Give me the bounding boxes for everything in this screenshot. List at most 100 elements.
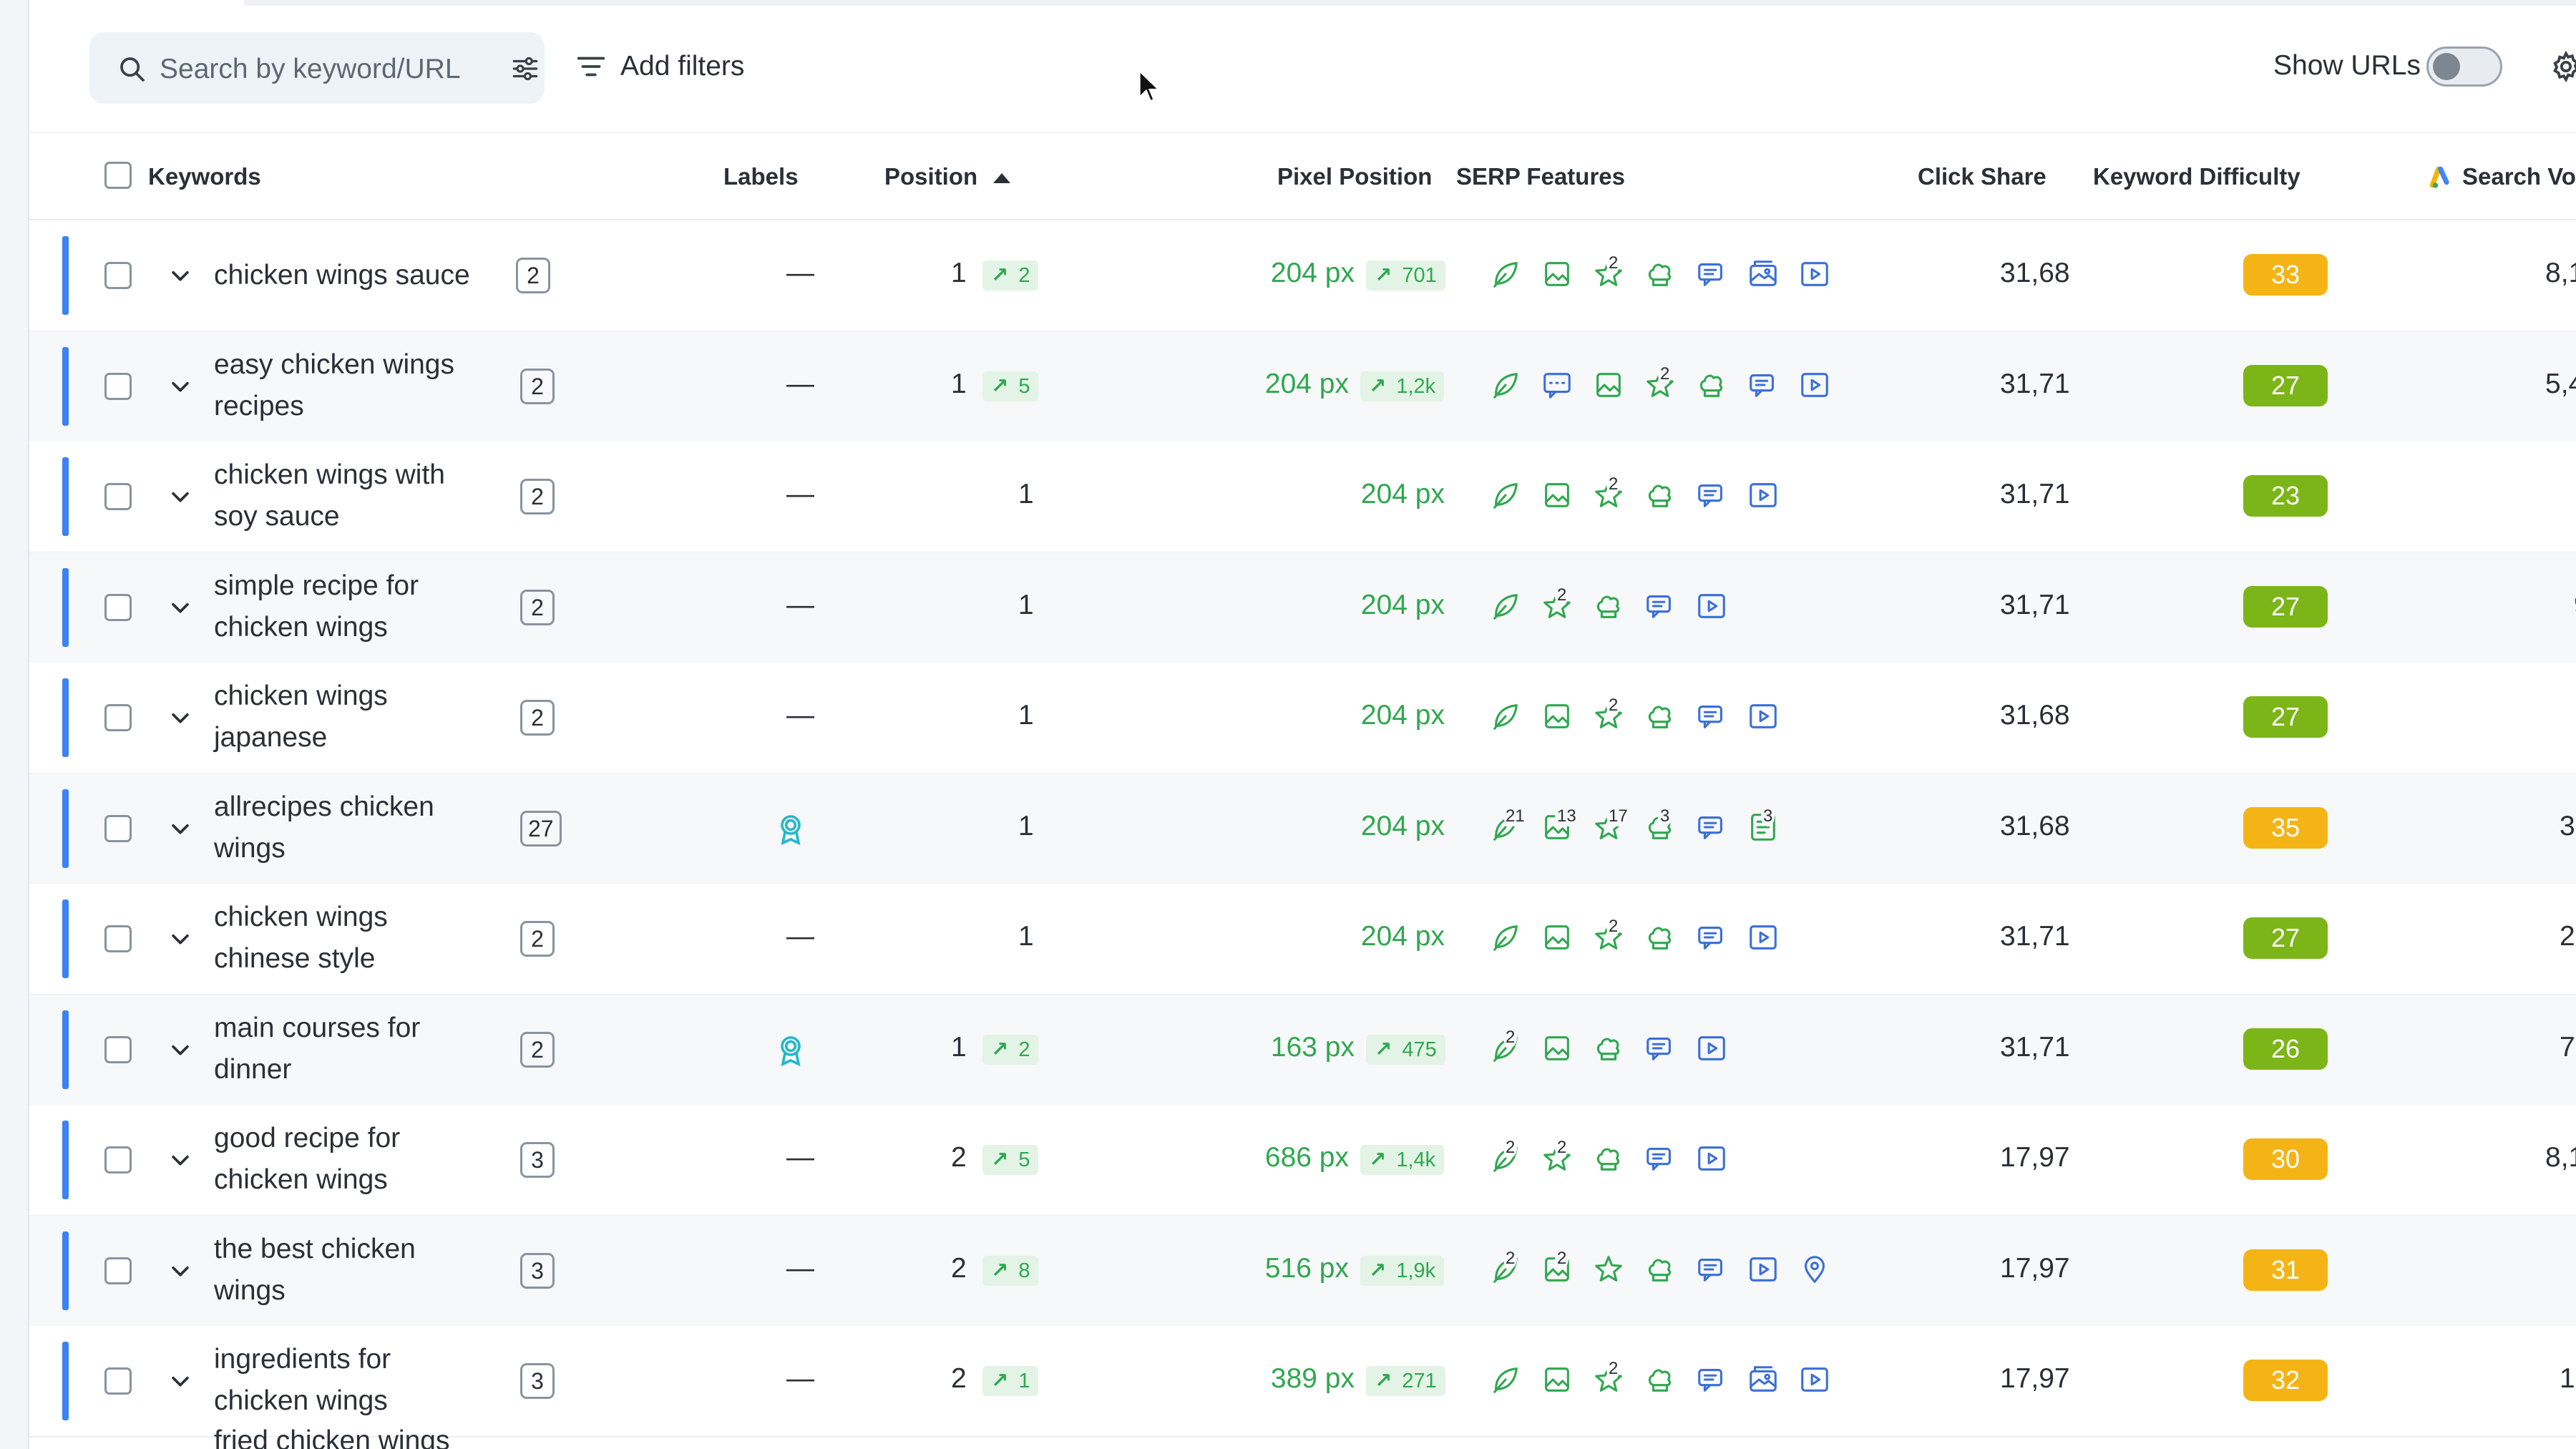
urls-count-badge[interactable]: 3 [520, 1142, 555, 1178]
table-row[interactable]: allrecipes chicken wings 27 1 204 px 21 13 17 3 3… [29, 773, 2576, 885]
recipes-icon[interactable] [1592, 1032, 1628, 1069]
urls-count-badge[interactable]: 2 [516, 258, 550, 293]
col-pixel-position[interactable]: Pixel Position [1277, 163, 1432, 190]
urls-count-badge[interactable]: 2 [520, 921, 555, 957]
row-checkbox[interactable] [104, 925, 132, 952]
row-checkbox[interactable] [104, 814, 132, 842]
featured-snippet-icon[interactable]: 2 [1489, 1138, 1525, 1179]
keyword-text[interactable]: chicken wings chinese style [214, 897, 388, 980]
chevron-down-icon[interactable] [168, 927, 192, 951]
table-row[interactable]: chicken wings japanese 2 — 1 204 px 2 31,68 27 [29, 663, 2576, 774]
image-pack-icon[interactable]: 13 [1541, 806, 1579, 848]
table-row[interactable]: main courses for dinner 2 1 ↗ 2 163 px ↗ 475 2 31,… [29, 994, 2576, 1106]
chevron-down-icon[interactable] [168, 1369, 192, 1393]
row-checkbox[interactable] [104, 593, 132, 621]
col-click-share[interactable]: Click Share [1918, 163, 2046, 190]
images-icon[interactable] [1747, 1363, 1782, 1400]
video-icon[interactable] [1798, 258, 1834, 295]
video-icon[interactable] [1695, 590, 1731, 627]
chevron-down-icon[interactable] [168, 484, 192, 509]
keyword-text[interactable]: simple recipe for chicken wings [214, 565, 419, 648]
search-input[interactable]: Search by keyword/URL [160, 54, 461, 85]
recipes-icon[interactable] [1592, 590, 1628, 627]
chevron-down-icon[interactable] [168, 374, 192, 399]
row-checkbox[interactable] [104, 1257, 132, 1284]
col-keyword-difficulty[interactable]: Keyword Difficulty [2093, 163, 2301, 190]
row-checkbox[interactable] [104, 372, 132, 400]
keyword-text[interactable]: chicken wings japanese [214, 675, 388, 758]
row-checkbox[interactable] [104, 483, 132, 510]
people-also-ask-icon[interactable] [1695, 1363, 1731, 1400]
people-also-ask-icon[interactable] [1695, 811, 1731, 848]
video-icon[interactable] [1747, 700, 1782, 737]
reviews-icon[interactable]: 2 [1592, 917, 1628, 958]
recipes-icon[interactable] [1695, 369, 1731, 406]
chevron-down-icon[interactable] [168, 706, 192, 730]
recipes-icon[interactable]: 3 [1644, 806, 1679, 848]
col-position[interactable]: Position [884, 163, 1011, 190]
recipes-icon[interactable] [1644, 1363, 1679, 1400]
image-pack-icon[interactable] [1541, 1363, 1576, 1400]
col-keywords[interactable]: Keywords [148, 163, 261, 190]
table-row[interactable]: chicken wings chinese style 2 — 1 204 px 2 31,7… [29, 884, 2576, 995]
chevron-down-icon[interactable] [168, 1038, 192, 1062]
image-pack-icon[interactable] [1592, 369, 1628, 406]
row-checkbox[interactable] [104, 1367, 132, 1395]
table-row[interactable]: good recipe for chicken wings 3—2 ↗ 5 686 px ↗… [29, 1105, 2576, 1216]
local-pack-icon[interactable] [1798, 1253, 1834, 1290]
chevron-down-icon[interactable] [168, 816, 192, 841]
recipes-icon[interactable] [1644, 1253, 1679, 1290]
keyword-text[interactable]: chicken wings sauce [214, 255, 470, 296]
people-also-ask-icon[interactable] [1747, 369, 1782, 406]
table-row[interactable]: easy chicken wings recipes 2—1 ↗ 5 204 px ↗ 1,2… [29, 331, 2576, 443]
reviews-icon[interactable]: 2 [1592, 1359, 1628, 1400]
video-icon[interactable] [1695, 1032, 1731, 1069]
featured-snippet-icon[interactable]: 2 [1489, 1027, 1525, 1069]
urls-count-badge[interactable]: 2 [520, 479, 555, 514]
featured-snippet-icon[interactable] [1489, 1363, 1525, 1400]
table-row[interactable]: chicken wings sauce 2—1 ↗ 2 204 px ↗ 701 2 31,68… [29, 220, 2576, 332]
reviews-icon[interactable]: 2 [1592, 253, 1628, 295]
people-also-ask-icon[interactable] [1644, 590, 1679, 627]
reviews-icon[interactable] [1592, 1253, 1628, 1290]
reviews-icon[interactable]: 2 [1592, 474, 1628, 516]
chevron-down-icon[interactable] [168, 263, 192, 288]
featured-snippet-icon[interactable] [1489, 700, 1525, 737]
urls-count-badge[interactable]: 2 [520, 700, 555, 736]
chevron-down-icon[interactable] [168, 1148, 192, 1172]
featured-snippet-icon[interactable] [1489, 921, 1525, 958]
keyword-text[interactable]: main courses for dinner [214, 1008, 420, 1091]
table-row[interactable]: chicken wings with soy sauce 2 — 1 204 px 2 31,… [29, 441, 2576, 553]
urls-count-badge[interactable]: 2 [520, 368, 555, 404]
people-also-ask-icon[interactable] [1695, 479, 1731, 516]
video-icon[interactable] [1798, 369, 1834, 406]
video-icon[interactable] [1747, 1253, 1782, 1290]
urls-count-badge[interactable]: 3 [520, 1363, 555, 1399]
keyword-text[interactable]: fried chicken wings [214, 1420, 449, 1449]
chevron-down-icon[interactable] [168, 1259, 192, 1283]
people-also-ask-icon[interactable] [1695, 921, 1731, 958]
video-icon[interactable] [1798, 1363, 1834, 1400]
chevron-down-icon[interactable] [168, 595, 192, 620]
recipes-icon[interactable] [1644, 700, 1679, 737]
col-search-volume[interactable]: Search Vo [2429, 163, 2576, 190]
image-pack-icon[interactable] [1541, 700, 1576, 737]
featured-snippet-icon[interactable]: 21 [1489, 806, 1527, 848]
people-also-ask-icon[interactable] [1695, 700, 1731, 737]
recipes-icon[interactable] [1644, 479, 1679, 516]
filter-settings-icon[interactable] [510, 54, 540, 84]
reviews-icon[interactable]: 2 [1541, 585, 1576, 627]
select-all-checkbox[interactable] [104, 162, 132, 189]
top-stories-icon[interactable]: 3 [1747, 806, 1782, 848]
featured-snippet-icon[interactable] [1489, 479, 1525, 516]
keyword-text[interactable]: the best chicken wings [214, 1229, 416, 1312]
featured-snippet-icon[interactable] [1489, 258, 1525, 295]
featured-snippet-icon[interactable] [1489, 369, 1525, 406]
reviews-icon[interactable]: 2 [1644, 364, 1679, 406]
col-labels[interactable]: Labels [723, 163, 799, 190]
urls-count-badge[interactable]: 2 [520, 589, 555, 625]
search-box[interactable]: Search by keyword/URL [89, 32, 545, 104]
people-also-ask-icon[interactable] [1695, 258, 1731, 295]
video-icon[interactable] [1747, 479, 1782, 516]
image-pack-icon[interactable] [1541, 258, 1576, 295]
